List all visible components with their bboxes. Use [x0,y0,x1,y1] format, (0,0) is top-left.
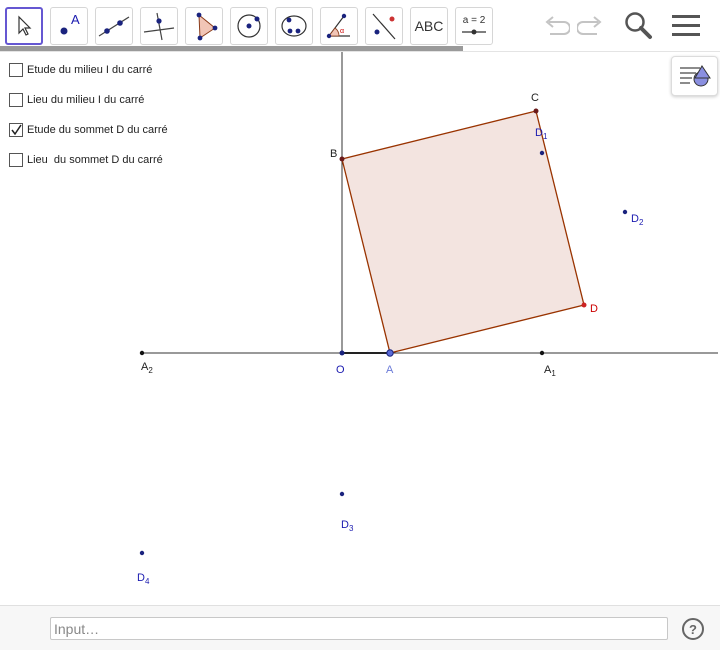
move-tool[interactable] [5,7,43,45]
redo-icon [577,16,602,35]
text-icon: ABC [414,18,444,34]
point-D1[interactable] [539,150,545,156]
reflect-about-line-icon [372,13,396,40]
point-A1[interactable] [539,350,545,356]
help-icon: ? [689,621,697,637]
angle-icon: α [326,13,350,39]
slider-icon: a = 2 [462,15,486,35]
angle-tool[interactable]: α [320,7,358,45]
checkbox-etude-sommet-d[interactable]: Etude du sommet D du carré [9,122,168,138]
help-button[interactable]: ? [682,618,704,640]
hamburger-menu-icon [672,15,700,36]
line-through-points-icon [98,16,130,37]
circle-center-point-icon [237,14,261,38]
slider-tool-label: a = 2 [463,15,486,26]
cursor-arrow-icon [18,15,32,36]
input-bar: ? [0,605,720,650]
checkbox-box[interactable] [9,63,23,77]
checkbox-label: Lieu du milieu I du carré [27,94,145,106]
toolbar: A α ABC a = 2 [0,0,720,52]
checkbox-box-checked[interactable] [9,123,23,137]
text-tool[interactable]: ABC [410,7,448,45]
line-tool[interactable] [95,7,133,45]
label-B: B [330,148,337,160]
algebra-input-field[interactable] [50,617,668,640]
undo-icon [545,16,570,35]
point-tool[interactable]: A [50,7,88,45]
point-icon: A [60,12,80,35]
checkbox-box[interactable] [9,153,23,167]
search-button[interactable] [620,10,656,42]
ellipse-tool[interactable] [275,7,313,45]
point-A2[interactable] [139,350,145,356]
label-A: A [386,364,394,376]
perpendicular-line-icon [143,12,175,41]
conic-icon [281,15,307,37]
style-bar-toggle-icon [679,65,711,87]
main-menu-button[interactable] [668,10,704,42]
point-A[interactable] [386,349,394,357]
label-D1: D1 [535,127,548,141]
point-O[interactable] [339,350,345,356]
checkbox-etude-milieu-i[interactable]: Etude du milieu I du carré [9,62,152,78]
checkbox-label: Etude du sommet D du carré [27,124,168,136]
point-tool-letter: A [71,12,80,27]
polygon-icon [196,12,218,41]
checkbox-label: Etude du milieu I du carré [27,64,153,76]
checkbox-lieu-milieu-i[interactable]: Lieu du milieu I du carré [9,92,144,108]
reflect-tool[interactable] [365,7,403,45]
search-icon [625,12,652,39]
label-D4: D4 [137,572,150,586]
perpendicular-tool[interactable] [140,7,178,45]
undo-button[interactable] [537,10,573,42]
label-O: O [336,364,345,376]
point-D3[interactable] [339,491,345,497]
geogebra-app: A α ABC a = 2 B C D O A A1 A2 D1 D2 D3 D… [0,0,720,650]
point-D2[interactable] [622,209,628,215]
redo-button[interactable] [574,10,610,42]
point-D[interactable] [581,302,587,308]
slider-tool[interactable]: a = 2 [455,7,493,45]
checkbox-box[interactable] [9,93,23,107]
point-B[interactable] [339,156,345,162]
checkbox-label: Lieu du sommet D du carré [27,154,163,166]
checkbox-lieu-sommet-d[interactable]: Lieu du sommet D du carré [9,152,163,168]
label-C: C [531,92,539,104]
point-D4[interactable] [139,550,145,556]
label-D3: D3 [341,519,354,533]
stylebar-toggle-button[interactable] [671,56,718,96]
label-A1: A1 [544,364,556,378]
checkmark-icon [11,124,22,136]
label-D: D [590,303,598,315]
point-C[interactable] [533,108,539,114]
circle-tool[interactable] [230,7,268,45]
label-A2: A2 [141,361,153,375]
polygon-tool[interactable] [185,7,223,45]
label-D2: D2 [631,213,644,227]
angle-tool-alpha: α [340,28,344,35]
square-ABCD[interactable] [341,110,585,354]
